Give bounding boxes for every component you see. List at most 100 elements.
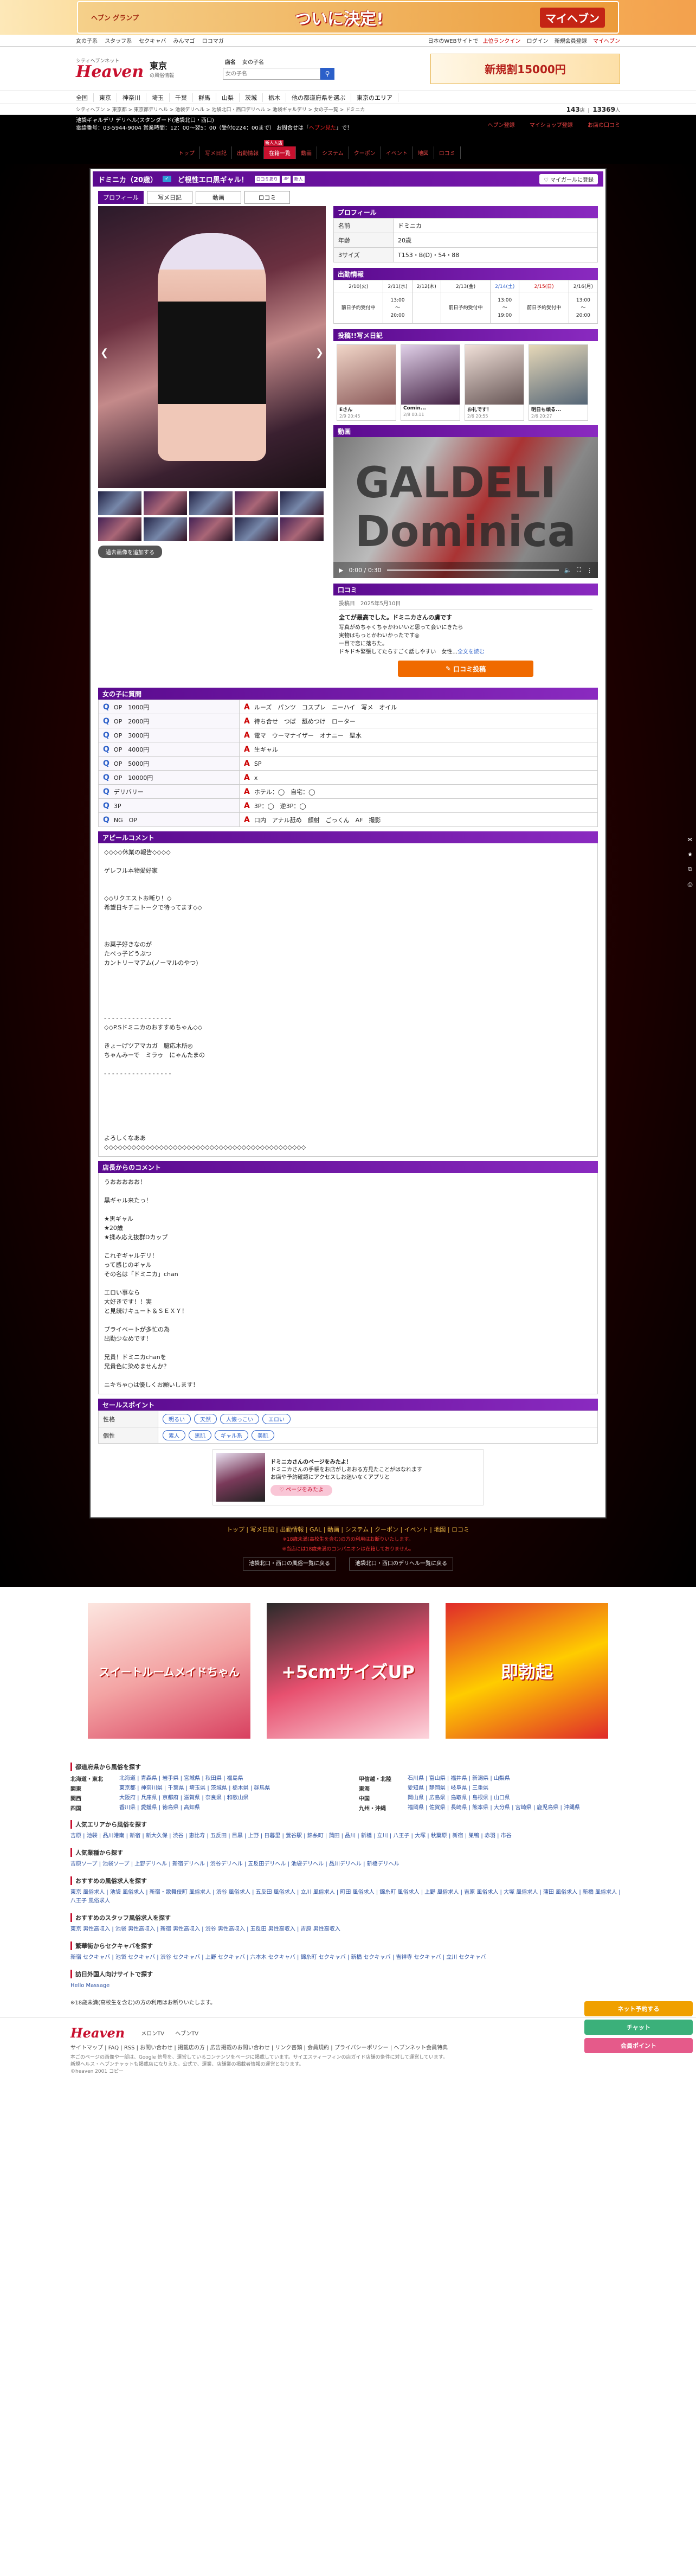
tab-diary[interactable]: 写メ日記	[147, 191, 192, 204]
photo-thumbnail[interactable]	[98, 517, 141, 541]
schedule-slot[interactable]: 13:00 〜 20:00	[383, 292, 413, 324]
main-photo[interactable]: ❮ ❯	[98, 206, 326, 488]
schedule-slot[interactable]: 前日予約受付中	[440, 292, 491, 324]
region-links[interactable]: 石川県 | 富山県 | 福井県 | 新潟県 | 山梨県	[408, 1774, 510, 1783]
print-icon[interactable]: ⎙	[688, 881, 693, 888]
ad-banner[interactable]: スイートルームメイドちゃん	[88, 1603, 250, 1739]
area-links[interactable]: 吉原 | 池袋 | 品川港南 | 新宿 | 新大久保 | 渋谷 | 恵比寿 | …	[70, 1832, 626, 1841]
pref-nav-item[interactable]: 神奈川	[117, 93, 146, 102]
utility-link-minmago[interactable]: みんマゴ	[173, 39, 195, 44]
schedule-slot[interactable]: 前日予約受付中	[333, 292, 384, 324]
region-links[interactable]: 福岡県 | 佐賀県 | 長崎県 | 熊本県 | 大分県 | 宮崎県 | 鹿児島県…	[408, 1804, 580, 1812]
photo-thumbnail[interactable]	[189, 517, 233, 541]
search-button[interactable]: ⚲	[320, 68, 335, 80]
shop-review-link[interactable]: お店の口コミ	[588, 123, 620, 129]
foreign-links[interactable]: Hello Massage	[70, 1982, 626, 1990]
shop-footer-nav[interactable]: トップ | 写メ日記 | 出勤情報 | GAL | 動画 | システム | クー…	[0, 1525, 696, 1535]
member-point-button[interactable]: 会員ポイント	[584, 2038, 693, 2053]
pref-nav-item[interactable]: 栃木	[263, 93, 286, 102]
chat-button[interactable]: チャット	[584, 2020, 693, 2035]
utility-link-staff[interactable]: スタッフ系	[105, 39, 132, 44]
top-ad-cta[interactable]: マイヘブン	[539, 7, 605, 28]
schedule-slot[interactable]: 13:00 〜 19:00	[490, 292, 520, 324]
ad-banner[interactable]: 即勃起	[446, 1603, 608, 1739]
top-ad-banner[interactable]: ヘブン グランプ ついに決定! マイヘブン	[0, 0, 696, 35]
schedule-slot[interactable]: 13:00 〜 20:00	[568, 292, 598, 324]
search-input[interactable]	[223, 68, 321, 80]
region-links[interactable]: 岡山県 | 広島県 | 鳥取県 | 島根県 | 山口県	[408, 1794, 510, 1803]
shop-nav-diary[interactable]: 写メ日記	[200, 146, 232, 159]
region-links[interactable]: 北海道 | 青森県 | 岩手県 | 宮城県 | 秋田県 | 福島県	[119, 1774, 243, 1783]
footer-nav-links[interactable]: サイトマップ | FAQ | RSS | お問い合わせ | 掲載店の方 | 広告…	[70, 2043, 626, 2051]
chevron-right-icon[interactable]: ❯	[315, 347, 324, 358]
back-to-area-link[interactable]: 池袋北口・西口の風俗一覧に戻る	[243, 1558, 336, 1571]
shop-nav-event[interactable]: イベント	[381, 146, 413, 159]
post-review-button[interactable]: ✎ 口コミ投稿	[398, 661, 533, 677]
utility-link-sekucaba[interactable]: セクキャバ	[139, 39, 166, 44]
shop-nav-video[interactable]: 動画	[296, 146, 317, 159]
shop-nav-map[interactable]: 地図	[413, 146, 434, 159]
photo-thumbnail[interactable]	[280, 517, 324, 541]
photo-thumbnail[interactable]	[280, 491, 324, 515]
region-links[interactable]: 香川県 | 愛媛県 | 徳島県 | 高知県	[119, 1804, 200, 1812]
breadcrumb[interactable]: シティヘブン > 東京都 > 東京都デリヘル > 池袋デリヘル > 池袋北口・西…	[76, 106, 365, 113]
footer-tv-links[interactable]: メロンTV ヘブンTV	[141, 2029, 198, 2037]
photo-thumbnail[interactable]	[144, 491, 187, 515]
more-photos-button[interactable]: 過去画像を追加する	[98, 546, 162, 558]
prev-girl-button[interactable]: ◀ 前の女の子	[659, 1963, 692, 1985]
shop-nav-top[interactable]: トップ	[173, 146, 200, 159]
shop-nav-coupon[interactable]: クーポン	[349, 146, 381, 159]
volume-icon[interactable]: 🔈	[564, 567, 572, 574]
mygirl-register-button[interactable]: ♡ マイガールに登録	[539, 174, 598, 184]
diary-card[interactable]: 明日も頑る... 2/6 20:27	[529, 344, 588, 421]
heaven-register-link[interactable]: ヘブン登録	[488, 123, 515, 129]
footer-logo[interactable]: Heaven	[70, 2025, 125, 2041]
pref-nav-item[interactable]: 茨城	[240, 93, 263, 102]
video-progress-bar[interactable]	[386, 569, 559, 571]
shop-nav-schedule[interactable]: 出勤情報	[232, 146, 264, 159]
header-ad-banner[interactable]: 新規割15000円	[430, 53, 620, 84]
photo-thumbnail[interactable]	[98, 491, 141, 515]
tab-review[interactable]: ロコミ	[244, 191, 290, 204]
region-links[interactable]: 大阪府 | 兵庫県 | 京都府 | 滋賀県 | 奈良県 | 和歌山県	[119, 1794, 249, 1803]
region-links[interactable]: 東京都 | 神奈川県 | 千葉県 | 埼玉県 | 茨城県 | 栃木県 | 群馬県	[119, 1784, 270, 1793]
tab-video[interactable]: 動画	[196, 191, 241, 204]
back-to-deli-link[interactable]: 池袋北口・西口のデリヘル一覧に戻る	[349, 1558, 453, 1571]
more-icon[interactable]: ⋮	[587, 567, 592, 574]
video-player[interactable]: GALDELI Dominica ▶ 0:00 / 0:30 🔈 ⛶ ⋮	[333, 437, 598, 578]
pref-nav-item[interactable]: 全国	[76, 93, 94, 102]
copy-icon[interactable]: ⧉	[688, 866, 692, 873]
next-girl-button[interactable]: ▶ 次の女の子	[659, 1928, 692, 1950]
review-read-more-link[interactable]: 全文を読む	[457, 649, 485, 655]
region-links[interactable]: 愛知県 | 静岡県 | 岐阜県 | 三重県	[408, 1784, 488, 1793]
search-tab-girl[interactable]: 女の子名	[240, 57, 266, 66]
photo-thumbnail[interactable]	[235, 517, 278, 541]
share-icon[interactable]: ✉	[687, 836, 692, 843]
net-reserve-button[interactable]: ネット予約する	[584, 2001, 693, 2016]
saw-page-button[interactable]: ♡ ページをみたよ	[270, 1485, 332, 1496]
shop-nav-girls[interactable]: 在籍一覧	[264, 140, 296, 159]
pref-nav-item[interactable]: 群馬	[193, 93, 216, 102]
chevron-left-icon[interactable]: ❮	[100, 347, 108, 358]
bookmark-icon[interactable]: ★	[687, 851, 693, 858]
register-link[interactable]: 新規会員登録	[555, 39, 587, 44]
pref-nav-item[interactable]: 他の都道府県を選ぶ	[286, 93, 351, 102]
login-link[interactable]: ログイン	[527, 39, 549, 44]
photo-thumbnail[interactable]	[235, 491, 278, 515]
myshop-register-link[interactable]: マイショップ登録	[530, 123, 573, 129]
pref-nav-item[interactable]: 千葉	[170, 93, 193, 102]
pref-nav-item[interactable]: 埼玉	[146, 93, 170, 102]
diary-card[interactable]: Comin... 2/8 00:11	[401, 344, 460, 421]
ad-banner[interactable]: +5cmサイズUP	[267, 1603, 429, 1739]
utility-link-girls[interactable]: 女の子系	[76, 39, 98, 44]
pref-nav-item[interactable]: 山梨	[216, 93, 240, 102]
fullscreen-icon[interactable]: ⛶	[577, 566, 581, 574]
job-links[interactable]: 東京 風俗求人 | 池袋 風俗求人 | 新宿・歌舞伎町 風俗求人 | 渋谷 風俗…	[70, 1888, 626, 1906]
search-tab-shop[interactable]: 店名	[223, 57, 238, 66]
genre-links[interactable]: 吉原ソープ | 池袋ソープ | 上野デリヘル | 新宿デリヘル | 渋谷デリヘル…	[70, 1860, 626, 1869]
schedule-slot[interactable]: 前日予約受付中	[519, 292, 569, 324]
play-icon[interactable]: ▶	[339, 567, 343, 574]
myheaven-link[interactable]: マイヘブン	[593, 39, 620, 44]
site-logo[interactable]: シティヘブンネット Heaven	[76, 54, 146, 84]
pref-nav-item[interactable]: 東京	[94, 93, 117, 102]
